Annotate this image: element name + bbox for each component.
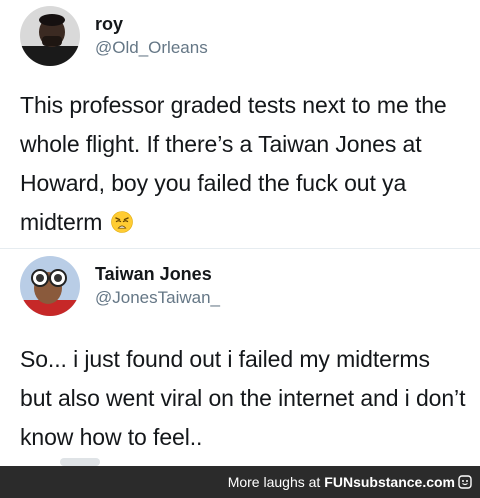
tweet-taiwan-jones: Taiwan Jones @JonesTaiwan_ So... i just … [0, 248, 480, 466]
user-handle[interactable]: @JonesTaiwan_ [95, 287, 220, 309]
next-avatar-peek [60, 458, 100, 466]
footer-brand-link[interactable]: FUNsubstance.com [324, 474, 455, 490]
watermark-footer: More laughs at FUNsubstance.com [0, 466, 480, 498]
tweet-header: roy @Old_Orleans [20, 6, 208, 66]
avatar-roy-image [20, 6, 80, 66]
tweet-text: So... i just found out i failed my midte… [20, 346, 466, 450]
user-handle[interactable]: @Old_Orleans [95, 37, 208, 59]
display-name[interactable]: roy [95, 13, 208, 35]
tweet-roy: roy @Old_Orleans This professor graded t… [0, 0, 480, 248]
avatar-taiwan-jones-image [20, 256, 80, 316]
avatar-taiwan-jones[interactable] [20, 256, 80, 316]
funsubstance-logo-icon [458, 475, 472, 489]
tweet-identity: roy @Old_Orleans [95, 13, 208, 59]
tweet-text: This professor graded tests next to me t… [20, 86, 466, 242]
weary-face-emoji-icon [110, 206, 133, 233]
avatar-roy[interactable] [20, 6, 80, 66]
tweet-header: Taiwan Jones @JonesTaiwan_ [20, 256, 220, 316]
tweet-text-body: This professor graded tests next to me t… [20, 92, 447, 235]
footer-text: More laughs at FUNsubstance.com [228, 473, 472, 491]
display-name[interactable]: Taiwan Jones [95, 263, 220, 285]
tweet-identity: Taiwan Jones @JonesTaiwan_ [95, 263, 220, 309]
footer-prefix: More laughs at [227, 474, 321, 490]
